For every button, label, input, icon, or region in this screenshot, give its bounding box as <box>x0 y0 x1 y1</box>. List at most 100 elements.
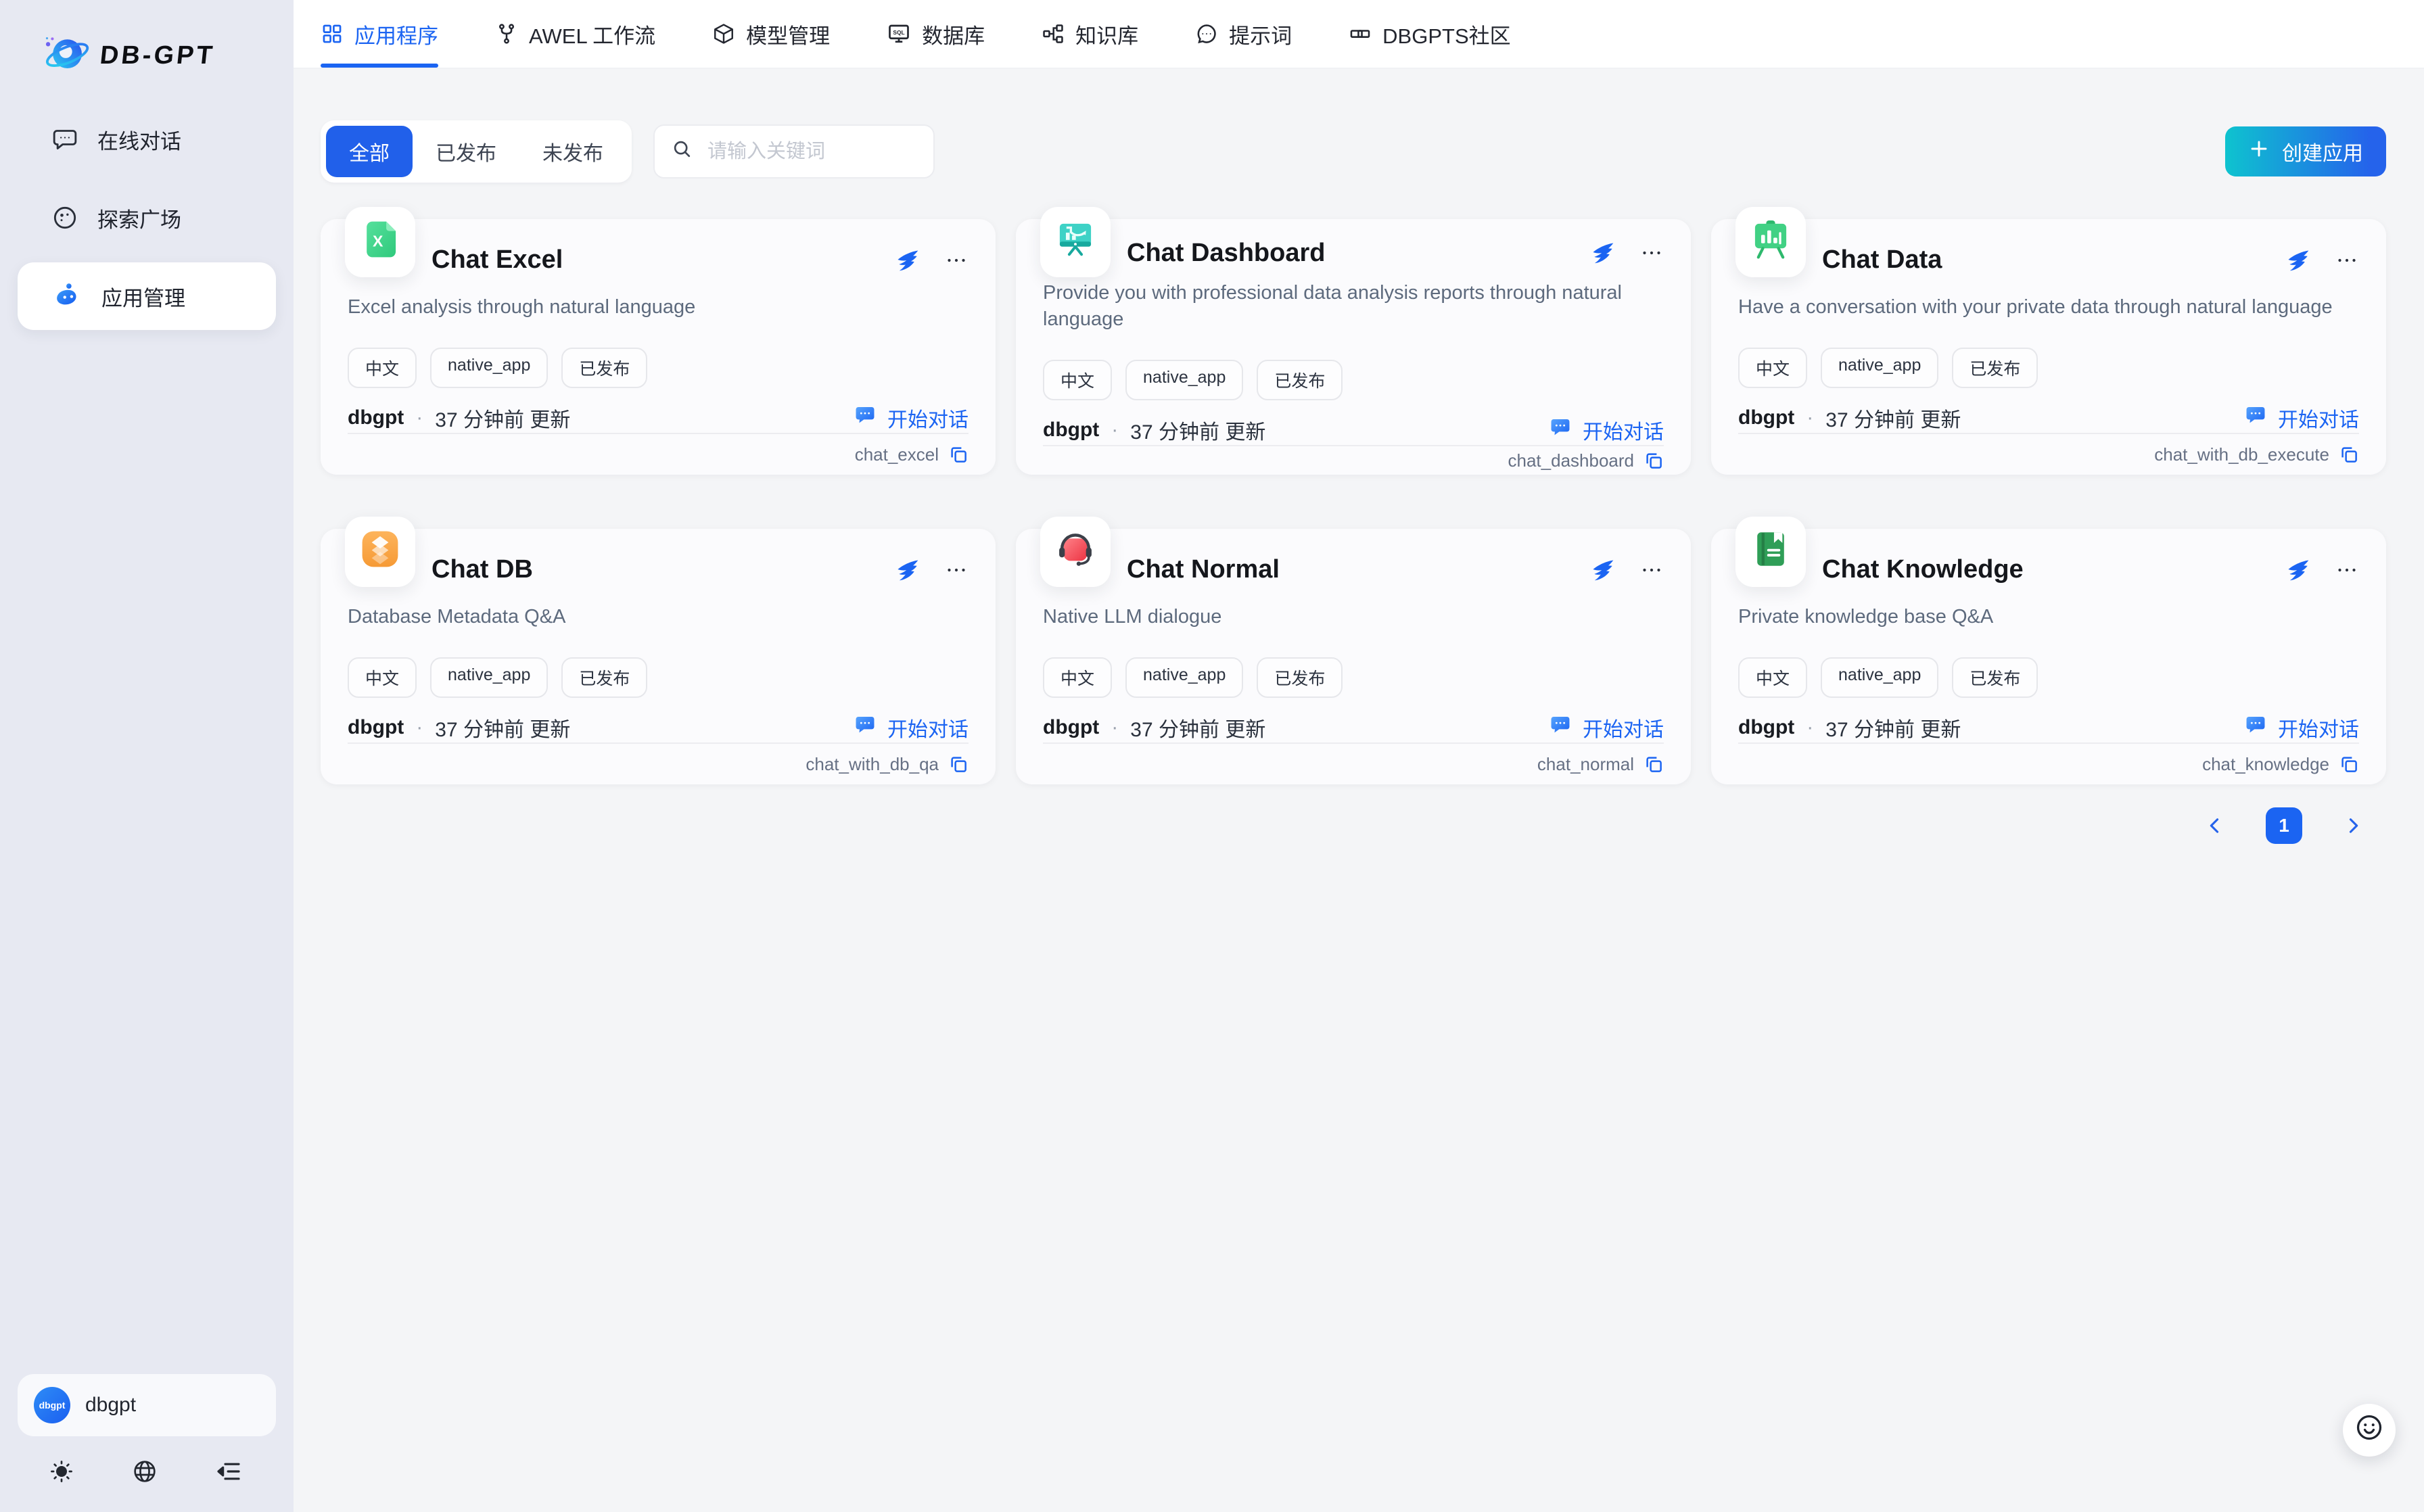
prev-page-button[interactable] <box>2204 814 2227 837</box>
app-title: Chat Dashboard <box>1127 239 1325 268</box>
app-icon-box <box>1040 207 1111 277</box>
app-card[interactable]: X Chat Excel Excel analysis through natu… <box>321 219 996 475</box>
start-chat-link[interactable]: 开始对话 <box>854 403 969 433</box>
share-wing-icon[interactable] <box>895 248 920 273</box>
create-app-button[interactable]: 创建应用 <box>2225 126 2386 176</box>
app-card[interactable]: Chat Knowledge Private knowledge base Q&… <box>1711 529 2386 784</box>
more-menu-icon[interactable] <box>1639 241 1664 265</box>
tab-4[interactable]: 知识库 <box>1042 0 1138 68</box>
app-updated: 37 分钟前 更新 <box>1130 713 1265 742</box>
app-tag: native_app <box>1125 360 1243 400</box>
page-number-button[interactable]: 1 <box>2266 807 2302 844</box>
meta-separator: · <box>1111 716 1118 739</box>
start-chat-link[interactable]: 开始对话 <box>854 713 969 742</box>
dashboard-board-icon <box>1053 217 1098 267</box>
collapse-sidebar-icon[interactable] <box>215 1458 242 1485</box>
app-code: chat_knowledge <box>2202 754 2329 775</box>
share-wing-icon[interactable] <box>2286 558 2310 582</box>
start-chat-link[interactable]: 开始对话 <box>1549 415 1664 445</box>
start-chat-link[interactable]: 开始对话 <box>2244 713 2359 742</box>
app-card[interactable]: Chat DB Database Metadata Q&A 中文native_a… <box>321 529 996 784</box>
app-description: Private knowledge base Q&A <box>1738 604 2359 630</box>
filter-pill-1[interactable]: 已发布 <box>413 126 519 177</box>
more-menu-icon[interactable] <box>2335 558 2359 582</box>
tab-5[interactable]: 提示词 <box>1195 0 1292 68</box>
start-chat-link[interactable]: 开始对话 <box>2244 403 2359 433</box>
copy-icon[interactable] <box>948 754 969 774</box>
avatar: dbgpt <box>34 1387 70 1423</box>
share-wing-icon[interactable] <box>2286 248 2310 273</box>
search-input[interactable] <box>705 139 917 164</box>
sidebar-item-explore[interactable]: 探索广场 <box>18 184 276 252</box>
language-globe-icon[interactable] <box>131 1458 158 1485</box>
tab-3[interactable]: SQL 数据库 <box>887 0 985 68</box>
app-owner: dbgpt <box>1043 716 1099 739</box>
community-blocks-icon <box>1349 22 1372 45</box>
compass-icon <box>51 204 78 231</box>
app-icon-box <box>1735 207 1806 277</box>
app-tag: 中文 <box>348 348 417 388</box>
app-card[interactable]: Chat Normal Native LLM dialogue 中文native… <box>1016 529 1691 784</box>
brand-logo[interactable]: DB-GPT <box>0 0 294 84</box>
app-tag: native_app <box>430 657 548 698</box>
create-app-label: 创建应用 <box>2282 137 2363 166</box>
copy-icon[interactable] <box>2339 754 2359 774</box>
app-code: chat_with_db_qa <box>806 754 939 775</box>
theme-sun-icon[interactable] <box>49 1459 74 1484</box>
feedback-fab[interactable] <box>2343 1404 2396 1457</box>
sidebar-item-chat[interactable]: 在线对话 <box>18 105 276 173</box>
more-menu-icon[interactable] <box>2335 248 2359 273</box>
sidebar-item-apps[interactable]: 应用管理 <box>18 262 276 330</box>
copy-icon[interactable] <box>2339 444 2359 465</box>
tab-0[interactable]: 应用程序 <box>321 0 438 68</box>
tab-1[interactable]: AWEL 工作流 <box>495 0 655 68</box>
more-menu-icon[interactable] <box>1639 558 1664 582</box>
db-stack-icon <box>358 527 402 577</box>
tab-6[interactable]: DBGPTS社区 <box>1349 0 1510 68</box>
search-icon <box>671 138 693 165</box>
model-box-icon <box>712 22 735 45</box>
filter-pill-2[interactable]: 未发布 <box>519 126 626 177</box>
share-wing-icon[interactable] <box>895 558 920 582</box>
share-wing-icon[interactable] <box>1591 558 1615 582</box>
app-title: Chat Knowledge <box>1822 555 2024 584</box>
user-pill[interactable]: dbgpt dbgpt <box>18 1374 276 1436</box>
top-navigation-bar: 应用程序 AWEL 工作流 模型管理 SQL 数据库 知识库 提示词 DBGPT… <box>294 0 2424 69</box>
chat-bubble-solid-icon <box>854 713 877 742</box>
start-chat-link[interactable]: 开始对话 <box>1549 713 1664 742</box>
brand-name: DB-GPT <box>99 41 216 70</box>
main-area: 应用程序 AWEL 工作流 模型管理 SQL 数据库 知识库 提示词 DBGPT… <box>294 0 2424 1512</box>
app-code: chat_excel <box>855 444 939 465</box>
chat-bubble-icon <box>51 126 78 153</box>
copy-icon[interactable] <box>1644 754 1664 774</box>
copy-icon[interactable] <box>1644 450 1664 471</box>
copy-icon[interactable] <box>948 444 969 465</box>
app-updated: 37 分钟前 更新 <box>435 403 570 433</box>
filter-pill-0[interactable]: 全部 <box>326 126 413 177</box>
app-card[interactable]: Chat Data Have a conversation with your … <box>1711 219 2386 475</box>
content-area: 全部 已发布 未发布 创建应用 X Chat Excel Ex <box>294 69 2424 1512</box>
app-tags: 中文native_app已发布 <box>1043 360 1664 400</box>
tab-2[interactable]: 模型管理 <box>712 0 830 68</box>
app-icon-box <box>345 517 415 587</box>
tab-label: DBGPTS社区 <box>1382 19 1510 49</box>
search-box <box>653 124 935 179</box>
app-tag: 中文 <box>1738 348 1807 388</box>
plus-icon <box>2248 138 2270 165</box>
dbgpt-planet-logo-icon <box>41 27 92 84</box>
svg-text:X: X <box>373 233 383 250</box>
database-monitor-icon: SQL <box>887 22 911 46</box>
app-tag: native_app <box>1821 657 1938 698</box>
app-card[interactable]: Chat Dashboard Provide you with professi… <box>1016 219 1691 475</box>
app-description: Excel analysis through natural language <box>348 294 969 321</box>
app-tag: 已发布 <box>1257 657 1343 698</box>
app-owner: dbgpt <box>1738 716 1794 739</box>
next-page-button[interactable] <box>2341 814 2364 837</box>
workflow-fork-icon <box>495 22 518 45</box>
share-wing-icon[interactable] <box>1591 241 1615 265</box>
sidebar: DB-GPT 在线对话 探索广场 应用管理 dbgpt dbgpt <box>0 0 294 1512</box>
more-menu-icon[interactable] <box>944 248 969 273</box>
sidebar-item-label: 探索广场 <box>97 203 181 233</box>
start-chat-label: 开始对话 <box>887 403 969 433</box>
more-menu-icon[interactable] <box>944 558 969 582</box>
